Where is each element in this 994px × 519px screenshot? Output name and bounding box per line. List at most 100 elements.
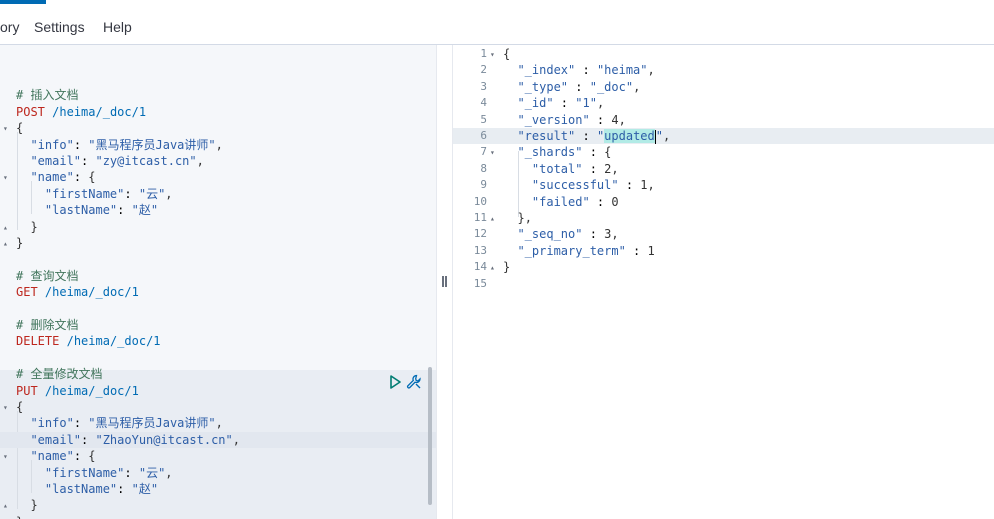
- fold-expand-icon[interactable]: ▴: [3, 498, 8, 514]
- editor-line[interactable]: [0, 251, 436, 267]
- menu-history[interactable]: ory: [0, 19, 19, 35]
- editor-line-text: GET /heima/_doc/1: [16, 285, 139, 300]
- fold-expand-icon[interactable]: ▴: [3, 515, 8, 519]
- line-number: 14: [473, 260, 487, 274]
- response-line: 11 ▴ },: [453, 210, 994, 226]
- fold-expand-icon[interactable]: ▴: [490, 260, 495, 276]
- response-line: 6 "result" : "updated",: [453, 128, 994, 144]
- editor-line[interactable]: }▴: [0, 219, 436, 235]
- editor-line-text: # 插入文档: [16, 88, 79, 103]
- editor-line[interactable]: # 删除文档: [0, 317, 436, 333]
- editor-line[interactable]: "lastName": "赵": [0, 202, 436, 218]
- fold-collapse-icon[interactable]: ▾: [3, 121, 8, 137]
- line-number: 3: [480, 79, 487, 93]
- response-line: 8 "total" : 2,: [453, 161, 994, 177]
- line-number: 10: [473, 194, 487, 208]
- response-line-text: "_index" : "heima",: [517, 63, 655, 78]
- fold-expand-icon[interactable]: ▴: [3, 236, 8, 252]
- editor-line-text: "name": {: [30, 449, 96, 464]
- editor-line[interactable]: "email": "ZhaoYun@itcast.cn",: [0, 431, 436, 448]
- response-line: 7 ▾ "_shards" : {: [453, 144, 994, 160]
- response-line: 5 "_version" : 4,: [453, 112, 994, 128]
- editor-line[interactable]: # 插入文档: [0, 87, 436, 103]
- editor-line[interactable]: DELETE /heima/_doc/1: [0, 333, 436, 349]
- editor-line-text: "info": "黑马程序员Java讲师",: [30, 416, 223, 431]
- response-line-text: }: [503, 260, 511, 275]
- editor-line[interactable]: }▴: [0, 497, 436, 513]
- fold-collapse-icon[interactable]: ▾: [3, 400, 8, 416]
- fold-expand-icon[interactable]: ▴: [3, 220, 8, 236]
- editor-line-text: "lastName": "赵": [44, 203, 159, 218]
- editor-line[interactable]: PUT /heima/_doc/1: [0, 383, 436, 399]
- response-line-text: "_seq_no" : 3,: [517, 227, 619, 242]
- line-number: 12: [473, 227, 487, 241]
- editor-line-text: POST /heima/_doc/1: [16, 104, 147, 119]
- editor-line-text: }: [30, 219, 38, 234]
- response-line-text: {: [503, 47, 511, 61]
- request-editor[interactable]: # 插入文档 POST /heima/_doc/1{▾ "info": "黑马程序…: [0, 45, 436, 519]
- resizer-grip-icon[interactable]: [442, 276, 447, 287]
- editor-line[interactable]: "name": {▾: [0, 169, 436, 185]
- editor-line-text: "email": "ZhaoYun@itcast.cn",: [30, 432, 240, 447]
- response-line-text: "result" : "updated",: [517, 129, 671, 144]
- fold-collapse-icon[interactable]: ▾: [490, 47, 495, 63]
- editor-line-text: DELETE /heima/_doc/1: [16, 334, 161, 349]
- response-line-text: "total" : 2,: [531, 161, 619, 176]
- editor-line[interactable]: {▾: [0, 399, 436, 415]
- editor-line-text: {: [16, 400, 24, 414]
- pane-resizer[interactable]: [436, 45, 453, 519]
- editor-line[interactable]: [0, 350, 436, 366]
- response-line: 15: [453, 276, 994, 292]
- editor-line[interactable]: }▴: [0, 514, 436, 519]
- line-number: 13: [473, 243, 487, 257]
- editor-line[interactable]: # 全量修改文档: [0, 366, 436, 382]
- editor-line-text: "lastName": "赵": [44, 482, 159, 496]
- editor-line[interactable]: "info": "黑马程序员Java讲师",: [0, 137, 436, 153]
- response-line: 13 "_primary_term" : 1: [453, 243, 994, 259]
- fold-collapse-icon[interactable]: ▾: [490, 145, 495, 161]
- response-line: 14 ▴}: [453, 259, 994, 275]
- editor-line-text: }: [16, 514, 23, 519]
- wrench-icon[interactable]: [406, 374, 422, 390]
- line-number: 5: [480, 112, 487, 126]
- editor-line-text: # 查询文档: [16, 268, 79, 283]
- line-number: 15: [473, 276, 487, 290]
- response-line: 4 "_id" : "1",: [453, 95, 994, 111]
- editor-line[interactable]: "email": "zy@itcast.cn",: [0, 153, 436, 169]
- fold-collapse-icon[interactable]: ▾: [3, 170, 8, 186]
- fold-collapse-icon[interactable]: ▾: [3, 449, 8, 465]
- line-number: 6: [480, 129, 487, 142]
- line-number: 11: [473, 211, 487, 224]
- editor-line[interactable]: [0, 301, 436, 317]
- play-icon[interactable]: [387, 374, 403, 390]
- editor-line-text: }: [16, 236, 24, 250]
- menu-settings[interactable]: Settings: [34, 19, 85, 35]
- editor-line[interactable]: "lastName": "赵": [0, 481, 436, 497]
- line-number: 1: [480, 47, 487, 60]
- line-number: 2: [480, 63, 487, 77]
- editor-line[interactable]: GET /heima/_doc/1: [0, 284, 436, 300]
- editor-line-text: "email": "zy@itcast.cn",: [30, 154, 204, 168]
- response-line: 9 "successful" : 1,: [453, 177, 994, 193]
- line-number: 4: [480, 96, 487, 110]
- editor-line[interactable]: # 查询文档: [0, 268, 436, 284]
- editor-line[interactable]: [0, 71, 436, 87]
- editor-line[interactable]: POST /heima/_doc/1: [0, 104, 436, 120]
- response-line-text: "_shards" : {: [517, 145, 612, 160]
- editor-line-text: # 全量修改文档: [16, 367, 103, 382]
- response-line: 12 "_seq_no" : 3,: [453, 226, 994, 242]
- editor-line[interactable]: "firstName": "云",: [0, 465, 436, 481]
- editor-line[interactable]: {▾: [0, 120, 436, 136]
- menu-help[interactable]: Help: [103, 19, 132, 35]
- response-line: 1 ▾ {: [453, 46, 994, 62]
- editor-line[interactable]: "info": "黑马程序员Java讲师",: [0, 415, 436, 431]
- line-number: 8: [480, 161, 487, 175]
- editor-line-text: # 删除文档: [16, 318, 79, 332]
- editor-line[interactable]: "name": { ▾: [0, 448, 436, 464]
- editor-scrollbar[interactable]: [428, 367, 432, 505]
- editor-line[interactable]: "firstName": "云",: [0, 186, 436, 202]
- response-line-text: "failed" : 0: [531, 194, 619, 209]
- fold-expand-icon[interactable]: ▴: [490, 211, 495, 227]
- editor-line[interactable]: }▴: [0, 235, 436, 251]
- line-number: 9: [480, 178, 487, 192]
